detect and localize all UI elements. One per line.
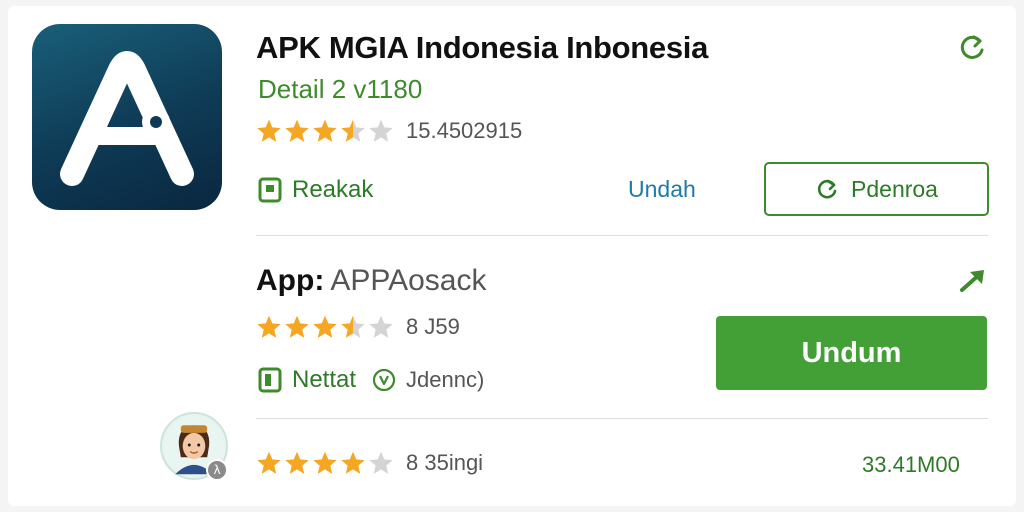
verified-icon xyxy=(372,368,396,392)
device-icon xyxy=(258,367,282,393)
star-icon xyxy=(369,451,393,474)
star-icon xyxy=(369,119,393,142)
rating-count: 8 J59 xyxy=(406,314,460,339)
star-icon xyxy=(257,315,281,338)
star-icon xyxy=(285,119,309,142)
app-rating: 8 J59 xyxy=(256,314,460,340)
header-rating: 15.4502915 xyxy=(256,118,522,144)
avatar-status-badge: λ xyxy=(206,459,228,481)
star-icon xyxy=(257,119,281,142)
badge-extra-text: Jdennc) xyxy=(406,367,485,392)
star-icon xyxy=(285,451,309,474)
divider xyxy=(256,235,988,236)
header-badge: Reakak xyxy=(258,176,373,204)
app-title: APK MGIA Indonesia Inbonesia xyxy=(256,30,709,65)
star-icon xyxy=(341,315,365,338)
badge-label: Nettat xyxy=(292,366,357,393)
refresh-icon xyxy=(817,179,837,199)
badge-label: Reakak xyxy=(292,176,374,203)
refresh-icon[interactable] xyxy=(958,32,988,62)
divider xyxy=(256,418,988,419)
app-heading: App: APPAosack xyxy=(256,264,487,298)
rating-count: 15.4502915 xyxy=(406,118,523,143)
star-rating xyxy=(256,450,394,476)
app-label: App: xyxy=(256,264,325,297)
star-icon xyxy=(341,451,365,474)
star-rating xyxy=(256,118,394,144)
star-icon xyxy=(257,451,281,474)
review-rating: 8 35ingi xyxy=(256,450,483,476)
undah-link[interactable]: Undah xyxy=(628,176,696,203)
app-logo xyxy=(32,24,222,210)
star-icon xyxy=(341,119,365,142)
secondary-button[interactable]: Pdenroa xyxy=(764,162,989,216)
bookmark-icon xyxy=(258,177,282,203)
download-button[interactable]: Undum xyxy=(716,316,987,390)
secondary-button-label: Pdenroa xyxy=(851,175,938,202)
app-logo-icon xyxy=(60,51,194,186)
star-rating xyxy=(256,314,394,340)
app-name: APPAosack xyxy=(330,264,487,297)
share-icon[interactable] xyxy=(958,268,988,294)
star-icon xyxy=(369,315,393,338)
star-icon xyxy=(313,451,337,474)
review-rating-text: 8 35ingi xyxy=(406,450,484,475)
star-icon xyxy=(313,315,337,338)
app-size: 33.41M00 xyxy=(862,452,960,477)
app-subtitle: Detail 2 v1180 xyxy=(258,74,423,104)
star-icon xyxy=(285,315,309,338)
app-badge: Nettat Jdennc) xyxy=(258,366,484,394)
star-icon xyxy=(313,119,337,142)
